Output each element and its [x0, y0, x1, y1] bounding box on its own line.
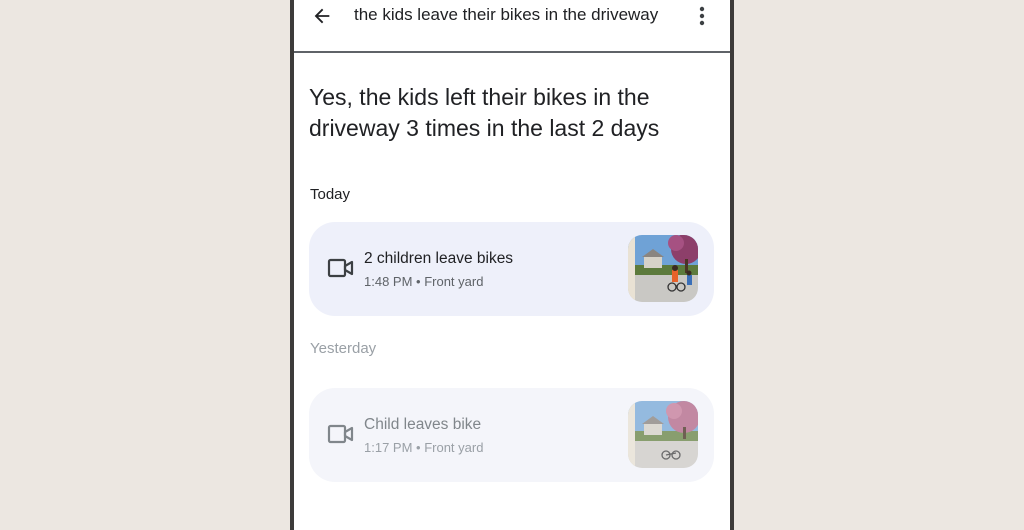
- event-card-today[interactable]: 2 children leave bikes 1:48 PM • Front y…: [309, 222, 714, 316]
- section-label-today: Today: [310, 186, 351, 203]
- more-vert-icon: [699, 6, 705, 26]
- search-query-text[interactable]: the kids leave their bikes in the drivew…: [354, 5, 658, 25]
- section-label-yesterday: Yesterday: [310, 340, 377, 357]
- more-options-button[interactable]: [694, 2, 710, 30]
- event-meta: 1:17 PM • Front yard: [364, 440, 484, 455]
- videocam-icon: [327, 424, 354, 444]
- event-title: Child leaves bike: [364, 416, 482, 433]
- driveway-thumbnail-image: [628, 401, 698, 468]
- event-thumbnail[interactable]: [628, 401, 698, 468]
- back-button[interactable]: [308, 2, 336, 30]
- event-meta: 1:48 PM • Front yard: [364, 274, 484, 289]
- phone-screen: the kids leave their bikes in the drivew…: [290, 0, 734, 530]
- search-top-bar: the kids leave their bikes in the drivew…: [294, 0, 730, 53]
- answer-headline: Yes, the kids left their bikes in the dr…: [309, 84, 660, 141]
- event-card-yesterday[interactable]: Child leaves bike 1:17 PM • Front yard: [309, 388, 714, 482]
- event-title: 2 children leave bikes: [364, 250, 514, 267]
- driveway-thumbnail-image: [628, 235, 698, 302]
- videocam-icon: [327, 258, 354, 278]
- arrow-back-icon: [314, 8, 330, 24]
- event-thumbnail[interactable]: [628, 235, 698, 302]
